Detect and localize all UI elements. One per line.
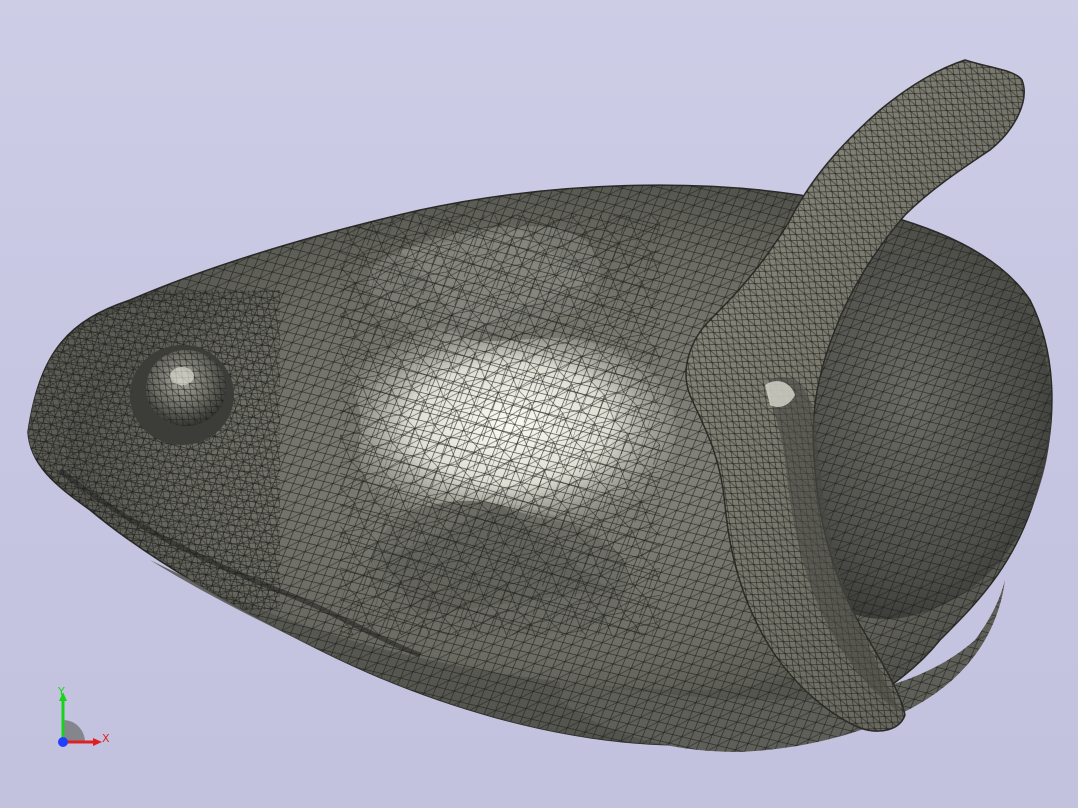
z-axis-dot: [58, 737, 68, 747]
x-axis-arrow: [93, 738, 102, 746]
mesh-model[interactable]: [0, 0, 1078, 808]
3d-viewport[interactable]: Y X: [0, 0, 1078, 808]
eye-dome: [130, 345, 234, 445]
x-axis-label: X: [102, 732, 110, 745]
y-axis-label: Y: [58, 685, 65, 698]
axis-triad: Y X: [48, 684, 118, 754]
